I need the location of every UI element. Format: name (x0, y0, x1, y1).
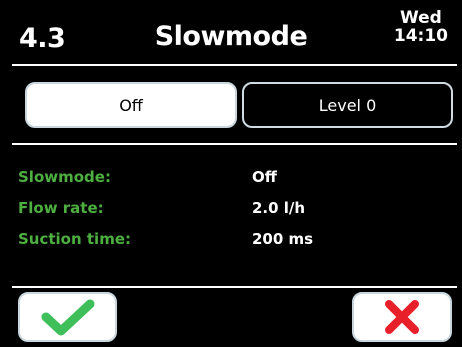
page-title: Slowmode (154, 21, 308, 52)
mode-option-label: Off (119, 95, 143, 115)
confirm-button[interactable] (18, 292, 117, 342)
clock: Wed 14:10 (394, 9, 448, 45)
info-label: Slowmode: (18, 168, 111, 186)
mode-option-level-0[interactable]: Level 0 (242, 82, 453, 128)
footer-divider (12, 286, 457, 288)
mode-option-label: Level 0 (318, 95, 377, 115)
info-value: 2.0 l/h (252, 199, 306, 217)
info-row-slowmode: Slowmode: Off (18, 168, 438, 190)
info-row-flow-rate: Flow rate: 2.0 l/h (18, 199, 438, 221)
info-label: Flow rate: (18, 199, 104, 217)
clock-time: 14:10 (393, 26, 448, 46)
checkmark-icon (41, 299, 94, 336)
info-label: Suction time: (18, 230, 132, 248)
info-value: 200 ms (252, 230, 314, 248)
info-row-suction-time: Suction time: 200 ms (18, 230, 438, 252)
cancel-button[interactable] (352, 292, 452, 342)
slowmode-screen: 4.3 Slowmode Wed 14:10 Off Level 0 Slowm… (0, 0, 462, 347)
info-value: Off (252, 168, 277, 186)
mode-option-off[interactable]: Off (25, 82, 237, 128)
selector-divider (12, 143, 457, 145)
clock-day: Wed (400, 8, 442, 28)
cross-icon (385, 300, 419, 334)
header-divider (12, 64, 457, 66)
